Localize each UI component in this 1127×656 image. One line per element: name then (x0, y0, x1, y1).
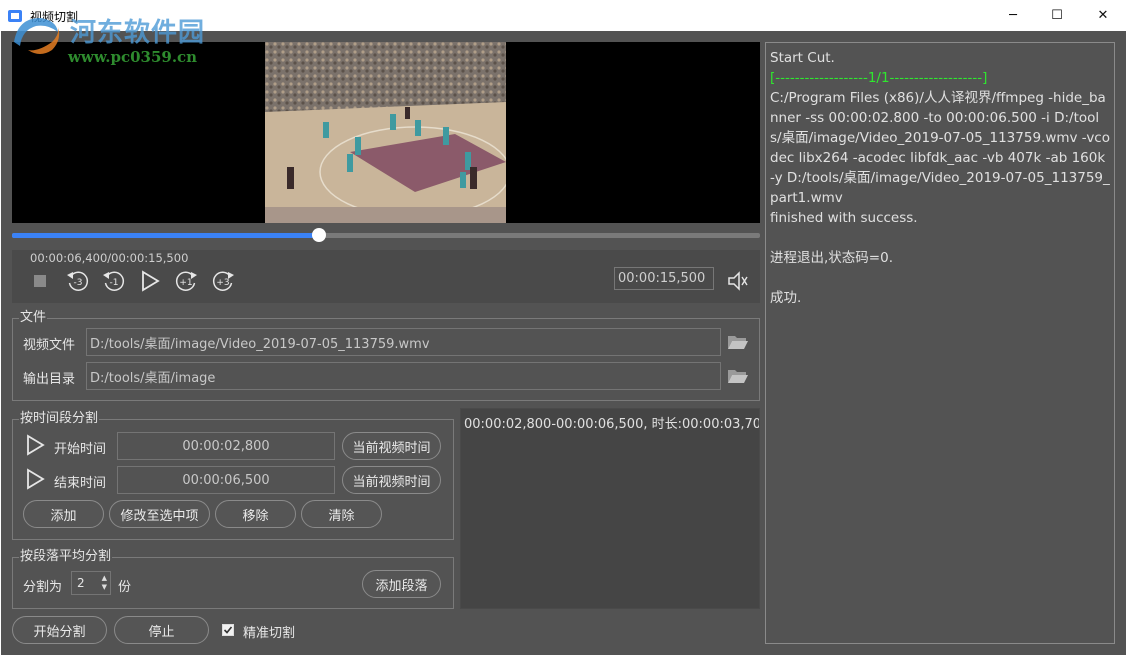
forward-1-label: +1 (179, 278, 192, 288)
forward-3-button[interactable]: +3 (209, 269, 237, 293)
minimize-icon: ─ (1009, 8, 1017, 23)
play-button[interactable] (136, 269, 164, 293)
remove-button[interactable]: 移除 (215, 500, 296, 528)
precise-cut-checkbox[interactable] (222, 624, 234, 636)
stop-button[interactable] (26, 269, 54, 293)
stepper-arrows-icon[interactable]: ▲ ▼ (102, 574, 107, 592)
maximize-button[interactable]: ☐ (1034, 0, 1080, 31)
list-item[interactable]: 00:00:02,800-00:00:06,500, 时长:00:00:03,7… (464, 413, 759, 432)
start-time-label: 开始时间 (54, 442, 107, 457)
split-into-label: 分割为 (23, 580, 63, 595)
split-count-value: 2 (77, 576, 85, 590)
log-line: 进程退出,状态码=0. (770, 250, 893, 266)
rewind-1-label: -1 (110, 278, 119, 288)
output-dir-label: 输出目录 (23, 372, 76, 387)
start-current-time-button[interactable]: 当前视频时间 (342, 432, 441, 460)
stop-icon (34, 275, 46, 287)
play-icon (142, 270, 160, 292)
seek-slider[interactable] (12, 228, 760, 242)
duration-field[interactable]: 00:00:15,500 (614, 267, 714, 290)
average-split-title: 按段落平均分割 (19, 549, 113, 565)
add-button[interactable]: 添加 (23, 500, 104, 528)
end-current-time-button[interactable]: 当前视频时间 (342, 466, 441, 494)
maximize-icon: ☐ (1051, 8, 1063, 23)
video-file-label: 视频文件 (23, 338, 76, 353)
forward-1-button[interactable]: +1 (172, 269, 200, 293)
video-file-field[interactable]: D:/tools/桌面/image/Video_2019-07-05_11375… (86, 328, 721, 356)
app-icon (8, 10, 22, 22)
check-icon (223, 626, 233, 634)
rewind-3-icon: -3 (67, 271, 89, 291)
forward-3-label: +3 (216, 278, 229, 288)
volume-button[interactable] (724, 269, 752, 293)
back-3-button[interactable]: -3 (64, 269, 92, 293)
segment-list[interactable]: 00:00:02,800-00:00:06,500, 时长:00:00:03,7… (460, 408, 760, 609)
modify-selected-button[interactable]: 修改至选中项 (109, 500, 210, 528)
stop-button-bottom[interactable]: 停止 (114, 616, 209, 644)
minimize-button[interactable]: ─ (990, 0, 1036, 31)
seek-handle[interactable] (311, 228, 326, 242)
basketball-court-image (265, 42, 506, 223)
window-title: 视频切割 (30, 10, 79, 24)
add-segment-button[interactable]: 添加段落 (362, 570, 441, 598)
end-time-label: 结束时间 (54, 476, 107, 491)
start-split-button[interactable]: 开始分割 (12, 616, 107, 644)
log-line: 成功. (770, 290, 802, 306)
jump-end-play-icon[interactable] (24, 467, 46, 491)
log-line: C:/Program Files (x86)/人人译视界/ffmpeg -hid… (770, 90, 1110, 206)
open-video-folder-icon[interactable] (727, 333, 749, 351)
back-1-button[interactable]: -1 (100, 269, 128, 293)
rewind-3-label: -3 (74, 278, 83, 288)
playback-time: 00:00:06,400/00:00:15,500 (30, 251, 189, 265)
split-unit-label: 份 (118, 580, 132, 595)
video-preview[interactable] (12, 42, 760, 223)
log-line: [-------------------1/1-----------------… (770, 70, 988, 86)
start-time-field[interactable]: 00:00:02,800 (117, 432, 335, 460)
clear-button[interactable]: 清除 (301, 500, 382, 528)
forward-1-icon: +1 (175, 271, 197, 291)
precise-cut-label: 精准切割 (243, 626, 296, 641)
seek-progress (12, 233, 319, 238)
file-group-title: 文件 (19, 310, 48, 326)
split-count-stepper[interactable]: 2 ▲ ▼ (71, 571, 111, 595)
open-output-folder-icon[interactable] (727, 367, 749, 385)
player-controls: 00:00:06,400/00:00:15,500 -3 -1 +1 +3 00… (12, 250, 760, 303)
log-line: Start Cut. (770, 50, 835, 66)
jump-start-play-icon[interactable] (24, 433, 46, 457)
time-split-title: 按时间段分割 (19, 411, 100, 427)
main-window: 00:00:06,400/00:00:15,500 -3 -1 +1 +3 00… (1, 31, 1126, 655)
log-output[interactable]: Start Cut. [-------------------1/1-------… (765, 42, 1115, 644)
close-button[interactable]: ✕ (1080, 0, 1126, 31)
video-frame (265, 42, 506, 223)
close-icon: ✕ (1097, 8, 1109, 23)
title-bar: 视频切割 ─ ☐ ✕ (0, 0, 1127, 31)
output-dir-field[interactable]: D:/tools/桌面/image (86, 362, 721, 390)
volume-icon (728, 271, 748, 291)
rewind-1-icon: -1 (103, 271, 125, 291)
forward-3-icon: +3 (212, 271, 234, 291)
end-time-field[interactable]: 00:00:06,500 (117, 466, 335, 494)
log-line: finished with success. (770, 210, 918, 226)
